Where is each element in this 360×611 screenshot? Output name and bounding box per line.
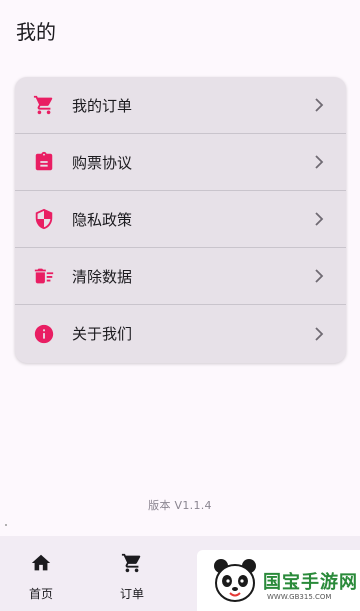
- nav-item-orders[interactable]: 订单: [97, 536, 167, 611]
- menu-item-label: 隐私政策: [72, 210, 133, 229]
- menu-item-label: 清除数据: [72, 267, 133, 286]
- version-text: 版本 V1.1.4: [148, 499, 212, 512]
- chevron-right-icon: [315, 269, 324, 283]
- menu-item-about-us[interactable]: 关于我们: [15, 305, 346, 362]
- nav-label: 首页: [28, 587, 53, 601]
- menu-item-ticket-agreement[interactable]: 购票协议: [15, 134, 346, 191]
- dot-mark: [5, 524, 7, 526]
- page-title: 我的: [16, 20, 56, 44]
- menu-card: 我的订单 购票协议 隐私政策 清除数据 关于我们: [15, 77, 346, 363]
- cart-icon: [121, 553, 141, 573]
- chevron-right-icon: [315, 98, 324, 112]
- nav-label: 订单: [119, 587, 144, 601]
- watermark-url: WWW.GB315.COM: [267, 593, 332, 601]
- clipboard-icon: [35, 151, 53, 171]
- nav-item-home[interactable]: 首页: [6, 536, 76, 611]
- menu-item-my-orders[interactable]: 我的订单: [15, 77, 346, 134]
- delete-sweep-icon: [34, 268, 54, 284]
- chevron-right-icon: [315, 326, 324, 341]
- menu-item-label: 购票协议: [72, 153, 133, 172]
- panda-icon: [214, 559, 256, 602]
- chevron-right-icon: [315, 212, 324, 226]
- menu-item-privacy-policy[interactable]: 隐私政策: [15, 191, 346, 248]
- watermark-logo: 国宝手游网 WWW.GB315.COM: [197, 550, 360, 611]
- info-icon: [34, 324, 54, 343]
- menu-item-label: 我的订单: [72, 96, 133, 115]
- chevron-right-icon: [315, 155, 324, 169]
- menu-item-clear-data[interactable]: 清除数据: [15, 248, 346, 305]
- home-icon: [31, 554, 51, 571]
- shield-icon: [35, 208, 53, 230]
- watermark-title: 国宝手游网: [263, 572, 358, 593]
- menu-item-label: 关于我们: [72, 325, 133, 343]
- cart-icon: [33, 95, 53, 115]
